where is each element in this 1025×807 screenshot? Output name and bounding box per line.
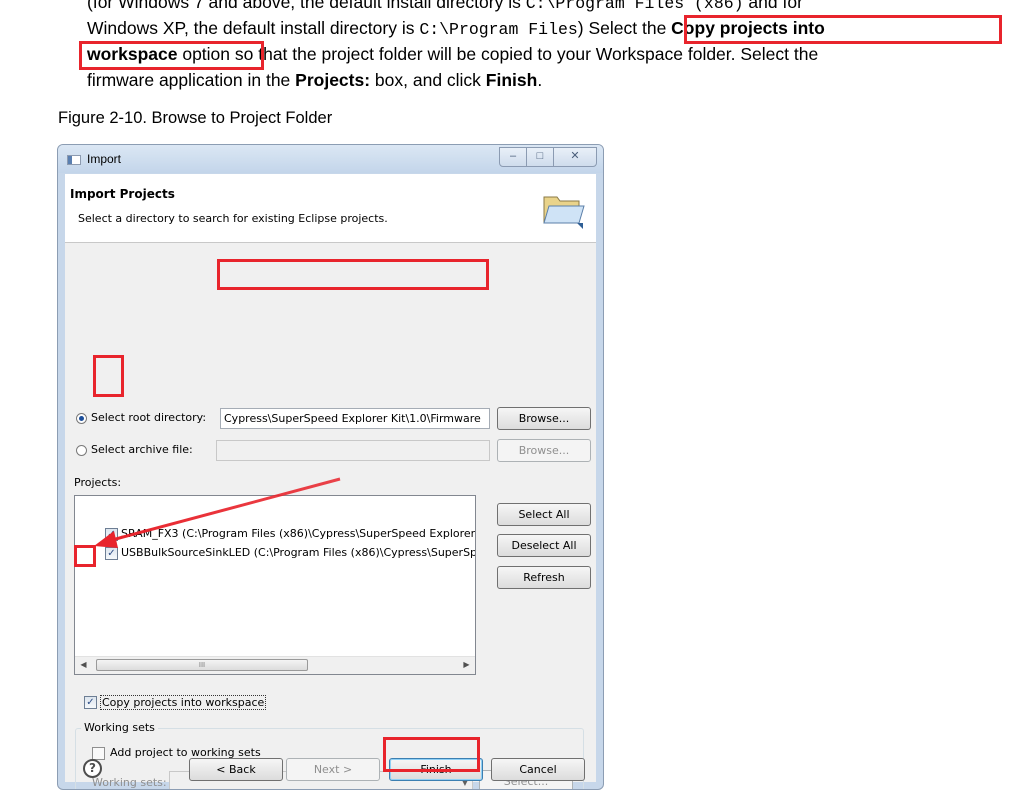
project-checkbox-sram[interactable]: ✓ bbox=[105, 528, 118, 541]
wizard-title: Import Projects bbox=[70, 187, 175, 201]
list-item[interactable]: USBBulkSourceSinkLED (C:\Program Files (… bbox=[121, 545, 475, 561]
doc-path: C:\Program Files bbox=[419, 20, 578, 39]
add-working-sets-checkbox[interactable]: ✓ bbox=[92, 747, 105, 760]
archive-file-label[interactable]: Select archive file: bbox=[91, 443, 193, 456]
title-bar[interactable]: Import – □ ✕ bbox=[58, 145, 603, 173]
doc-bold: Finish bbox=[485, 70, 538, 90]
doc-bold: workspace bbox=[87, 44, 178, 64]
horizontal-scrollbar[interactable]: ◀ III ▶ bbox=[75, 656, 475, 674]
doc-bold: Copy projects into bbox=[671, 18, 825, 38]
copy-projects-label[interactable]: Copy projects into workspace bbox=[100, 695, 267, 710]
refresh-button[interactable]: Refresh bbox=[497, 566, 591, 589]
projects-label: Projects: bbox=[74, 476, 122, 489]
doc-text: . bbox=[537, 70, 543, 90]
root-directory-label[interactable]: Select root directory: bbox=[91, 411, 206, 424]
list-item[interactable]: SRAM_FX3 (C:\Program Files (x86)\Cypress… bbox=[121, 526, 475, 542]
working-sets-group-label: Working sets bbox=[81, 721, 158, 734]
doc-text: and for bbox=[743, 0, 803, 12]
help-icon[interactable]: ? bbox=[83, 759, 102, 778]
open-folder-icon bbox=[543, 196, 585, 229]
doc-text: Select the bbox=[583, 18, 672, 38]
maximize-button[interactable]: □ bbox=[526, 147, 554, 167]
doc-line-2: Windows XP, the default install director… bbox=[87, 15, 987, 41]
dialog-content: Import Projects Select a directory to se… bbox=[65, 174, 596, 789]
working-sets-label: Working sets: bbox=[92, 776, 167, 789]
import-dialog: Import – □ ✕ Import Projects Select a di… bbox=[57, 144, 604, 790]
doc-line-4: firmware application in the Projects: bo… bbox=[87, 67, 987, 93]
document-paragraph: (for Windows 7 and above, the default in… bbox=[87, 0, 987, 104]
select-all-button[interactable]: Select All bbox=[497, 503, 591, 526]
archive-file-input[interactable] bbox=[216, 440, 490, 461]
minimize-button[interactable]: – bbox=[499, 147, 527, 167]
doc-text: firmware application in the bbox=[87, 70, 296, 90]
archive-file-radio[interactable] bbox=[76, 445, 87, 456]
doc-text: (for Windows 7 and above, the default in… bbox=[87, 0, 526, 12]
deselect-all-button[interactable]: Deselect All bbox=[497, 534, 591, 557]
browse-archive-button[interactable]: Browse... bbox=[497, 439, 591, 462]
window-controls: – □ ✕ bbox=[499, 147, 597, 167]
doc-text: Windows XP, the default install director… bbox=[87, 18, 420, 38]
back-button[interactable]: < Back bbox=[189, 758, 283, 781]
window-icon bbox=[67, 155, 81, 165]
doc-text: box, and click bbox=[370, 70, 486, 90]
doc-path: C:\Program Files (x86) bbox=[525, 0, 744, 13]
doc-text: so that the project folder will be copie… bbox=[230, 44, 819, 64]
scroll-left-icon[interactable]: ◀ bbox=[75, 657, 92, 674]
next-button[interactable]: Next > bbox=[286, 758, 380, 781]
browse-button[interactable]: Browse... bbox=[497, 407, 591, 430]
root-directory-input[interactable]: Cypress\SuperSpeed Explorer Kit\1.0\Firm… bbox=[220, 408, 490, 429]
doc-line-1: (for Windows 7 and above, the default in… bbox=[87, 0, 987, 15]
doc-bold: Projects: bbox=[295, 70, 371, 90]
dialog-title: Import bbox=[87, 152, 122, 166]
scroll-thumb[interactable]: III bbox=[96, 659, 308, 671]
doc-text: option bbox=[177, 44, 231, 64]
figure-caption: Figure 2-10. Browse to Project Folder bbox=[58, 109, 333, 127]
cancel-button[interactable]: Cancel bbox=[491, 758, 585, 781]
wizard-header: Import Projects Select a directory to se… bbox=[65, 174, 596, 243]
wizard-description: Select a directory to search for existin… bbox=[78, 212, 388, 225]
finish-button[interactable]: Finish bbox=[389, 758, 483, 781]
project-checkbox-usbbulk[interactable]: ✓ bbox=[105, 547, 118, 560]
scroll-right-icon[interactable]: ▶ bbox=[458, 657, 475, 674]
doc-line-3: workspace option so that the project fol… bbox=[87, 41, 987, 67]
close-button[interactable]: ✕ bbox=[553, 147, 597, 167]
root-directory-radio[interactable] bbox=[76, 413, 87, 424]
copy-projects-checkbox[interactable]: ✓ bbox=[84, 696, 97, 709]
projects-list[interactable]: ✓ SRAM_FX3 (C:\Program Files (x86)\Cypre… bbox=[74, 495, 476, 675]
